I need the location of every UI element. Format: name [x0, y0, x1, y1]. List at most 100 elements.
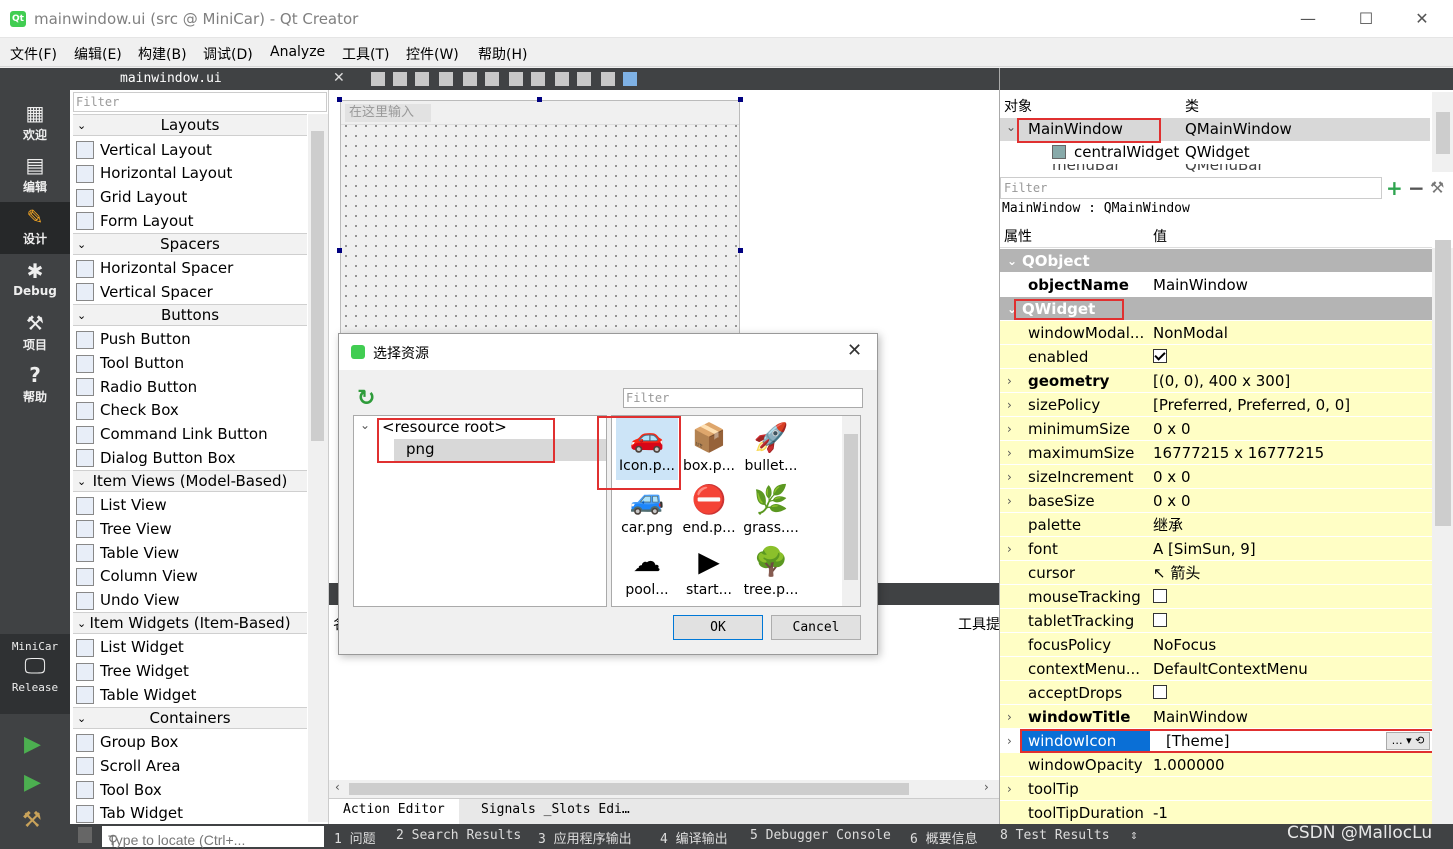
- widget-item[interactable]: Tree View: [73, 517, 307, 541]
- property-filter-input[interactable]: Filter: [1000, 177, 1382, 199]
- resource-file-item[interactable]: 📦 box.p...: [678, 418, 740, 480]
- widget-item[interactable]: Horizontal Layout: [73, 161, 307, 185]
- menu-tools[interactable]: 工具(T): [342, 44, 389, 64]
- tab-order-icon[interactable]: [439, 72, 453, 86]
- property-row[interactable]: › sizePolicy [Preferred, Preferred, 0, 0]: [1000, 393, 1432, 417]
- widget-item[interactable]: Tree Widget: [73, 659, 307, 683]
- menu-build[interactable]: 构建(B): [138, 44, 187, 64]
- scroll-thumb[interactable]: [844, 434, 858, 580]
- add-property-icon[interactable]: +: [1386, 176, 1403, 200]
- chevron-down-icon[interactable]: ⌄: [77, 234, 86, 255]
- close-icon[interactable]: ✕: [847, 340, 862, 361]
- widget-item[interactable]: List Widget: [73, 635, 307, 659]
- locator-input[interactable]: ⚲ Type to locate (Ctrl+...: [102, 826, 324, 848]
- widget-item[interactable]: Tool Button: [73, 351, 307, 375]
- tab-signals-slots[interactable]: Signals _Slots Edi…: [481, 802, 630, 817]
- property-row[interactable]: objectName MainWindow: [1000, 273, 1432, 297]
- horizontal-scrollbar[interactable]: ‹ ›: [329, 780, 999, 798]
- checkbox[interactable]: [1153, 685, 1167, 699]
- resource-file-item[interactable]: ☁ pool...: [616, 542, 678, 604]
- pane-issues[interactable]: 1 问题: [334, 828, 376, 847]
- buddy-mode-icon[interactable]: [415, 72, 429, 86]
- run-icon[interactable]: ▶: [24, 732, 41, 757]
- resource-file-item[interactable]: ⛔ end.p...: [678, 480, 740, 542]
- chevron-right-icon[interactable]: ›: [1007, 417, 1012, 441]
- debug-run-icon[interactable]: ▶: [24, 770, 41, 795]
- chevron-updown-icon[interactable]: ⇕: [1130, 828, 1138, 843]
- layout-form-icon[interactable]: [555, 72, 569, 86]
- scroll-thumb[interactable]: [1436, 112, 1450, 154]
- chevron-down-icon[interactable]: ⌄: [360, 418, 370, 432]
- chevron-right-icon[interactable]: ›: [1007, 369, 1012, 393]
- chevron-down-icon[interactable]: ⌄: [77, 613, 86, 634]
- widget-item[interactable]: Command Link Button: [73, 422, 307, 446]
- mode-design[interactable]: ✎ 设计: [0, 202, 70, 254]
- property-row[interactable]: toolTipDuration -1: [1000, 801, 1432, 825]
- property-group[interactable]: ⌄ QObject: [1000, 249, 1432, 273]
- wrench-icon[interactable]: ⚒: [1430, 178, 1444, 197]
- menu-help[interactable]: 帮助(H): [478, 44, 527, 64]
- property-row[interactable]: mouseTracking: [1000, 585, 1432, 609]
- widget-item[interactable]: Check Box: [73, 398, 307, 422]
- widget-category[interactable]: ⌄ Containers: [73, 706, 307, 729]
- widget-item[interactable]: Tool Box: [73, 778, 307, 802]
- widget-item[interactable]: Push Button: [73, 327, 307, 351]
- widget-item[interactable]: List View: [73, 493, 307, 517]
- scroll-thumb[interactable]: [349, 783, 909, 795]
- resize-handle[interactable]: [738, 248, 743, 253]
- widget-item[interactable]: Column View: [73, 564, 307, 588]
- property-value[interactable]: ↖ 箭头: [1153, 561, 1432, 585]
- widget-category[interactable]: ⌄ Item Widgets (Item-Based): [73, 611, 307, 634]
- property-value[interactable]: NoFocus: [1153, 633, 1432, 657]
- splitter-vertical-icon[interactable]: [531, 72, 545, 86]
- property-row[interactable]: › baseSize 0 x 0: [1000, 489, 1432, 513]
- property-value[interactable]: [Preferred, Preferred, 0, 0]: [1153, 393, 1432, 417]
- property-value[interactable]: 0 x 0: [1153, 417, 1432, 441]
- property-row[interactable]: contextMenu... DefaultContextMenu: [1000, 657, 1432, 681]
- chevron-down-icon[interactable]: ⌄: [1007, 249, 1017, 273]
- object-name[interactable]: menuBar: [1052, 164, 1121, 176]
- chevron-left-icon[interactable]: ‹: [335, 780, 340, 794]
- property-row[interactable]: › toolTip: [1000, 777, 1432, 801]
- chevron-right-icon[interactable]: ›: [1007, 441, 1012, 465]
- sidebar-toggle-icon[interactable]: [78, 827, 92, 843]
- mode-projects[interactable]: ⚒ 项目: [0, 308, 70, 360]
- widget-item[interactable]: Group Box: [73, 730, 307, 754]
- property-row[interactable]: › windowTitle MainWindow: [1000, 705, 1432, 729]
- property-row[interactable]: windowOpacity 1.000000: [1000, 753, 1432, 777]
- mode-edit[interactable]: ▤ 编辑: [0, 150, 70, 202]
- widget-category[interactable]: ⌄ Spacers: [73, 232, 307, 255]
- icon-scrollbar[interactable]: [842, 416, 860, 606]
- widget-item[interactable]: Tab Widget: [73, 801, 307, 825]
- property-row[interactable]: › font A [SimSun, 9]: [1000, 537, 1432, 561]
- widget-item[interactable]: Table View: [73, 541, 307, 565]
- scroll-thumb[interactable]: [311, 131, 324, 441]
- open-file-name[interactable]: mainwindow.ui: [120, 71, 222, 86]
- property-value[interactable]: -1: [1153, 801, 1432, 825]
- menu-controls[interactable]: 控件(W): [406, 44, 459, 64]
- resource-file-item[interactable]: 🌳 tree.p...: [740, 542, 802, 604]
- mode-debug[interactable]: ✱ Debug: [0, 256, 70, 308]
- close-document-icon[interactable]: ✕: [333, 70, 345, 86]
- property-value[interactable]: 0 x 0: [1153, 489, 1432, 513]
- chevron-down-icon[interactable]: ⌄: [77, 305, 86, 326]
- property-row[interactable]: acceptDrops: [1000, 681, 1432, 705]
- resource-file-item[interactable]: 🚀 bullet...: [740, 418, 802, 480]
- chevron-down-icon[interactable]: ⌄: [77, 708, 86, 729]
- property-value[interactable]: NonModal: [1153, 321, 1432, 345]
- checkbox[interactable]: [1153, 613, 1167, 627]
- widget-mode-icon[interactable]: [371, 72, 385, 86]
- property-row[interactable]: › maximumSize 16777215 x 16777215: [1000, 441, 1432, 465]
- property-row[interactable]: enabled: [1000, 345, 1432, 369]
- reload-icon[interactable]: ↻: [357, 386, 375, 411]
- widget-filter-input[interactable]: Filter: [73, 92, 327, 112]
- chevron-right-icon[interactable]: ›: [1007, 537, 1012, 561]
- chevron-down-icon[interactable]: ⌄: [77, 471, 86, 492]
- checkbox[interactable]: [1153, 589, 1167, 603]
- signals-mode-icon[interactable]: [393, 72, 407, 86]
- break-layout-icon[interactable]: [601, 72, 615, 86]
- menu-edit[interactable]: 编辑(E): [74, 44, 122, 64]
- menu-debug[interactable]: 调试(D): [203, 44, 253, 64]
- widget-category[interactable]: ⌄ Layouts: [73, 114, 307, 136]
- widget-category[interactable]: ⌄ Buttons: [73, 303, 307, 326]
